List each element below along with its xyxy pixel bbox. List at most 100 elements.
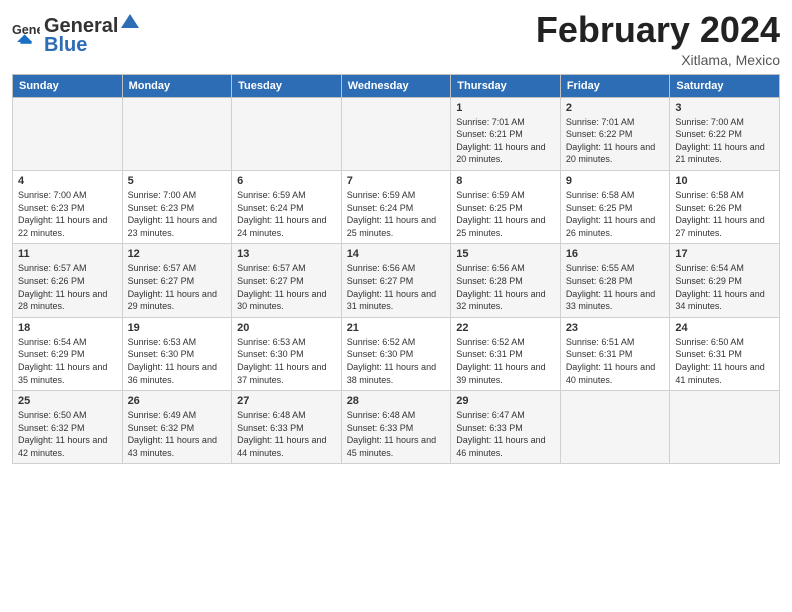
day-cell: 4Sunrise: 7:00 AM Sunset: 6:23 PM Daylig… — [13, 170, 123, 243]
day-info: Sunrise: 6:59 AM Sunset: 6:25 PM Dayligh… — [456, 189, 555, 239]
day-number: 16 — [566, 248, 665, 260]
day-cell: 23 Sunrise: 6:51 AM Sunset: 6:31 PM Dayli… — [560, 317, 670, 390]
day-number: 20 — [237, 322, 336, 334]
title-section: February 2024 Xitlama, Mexico — [536, 10, 780, 68]
day-info: Sunrise: 7:01 AM Sunset: 6:22 PM Dayligh… — [566, 116, 665, 166]
day-cell — [560, 391, 670, 464]
logo: General General Blue — [12, 10, 142, 57]
header-row: SundayMondayTuesdayWednesdayThursdayFrid… — [13, 74, 780, 97]
day-cell: 20 Sunrise: 6:53 AM Sunset: 6:30 PM Dayli… — [232, 317, 342, 390]
day-info: Sunrise: 6:54 AM Sunset: 6:29 PM Dayligh… — [18, 336, 117, 386]
day-info: Sunrise: 6:54 AM Sunset: 6:29 PM Dayligh… — [675, 262, 774, 312]
day-info: Sunrise: 6:57 AM Sunset: 6:27 PM Dayligh… — [128, 262, 227, 312]
day-cell: 2 Sunrise: 7:01 AM Sunset: 6:22 PM Daylig… — [560, 97, 670, 170]
calendar-header: SundayMondayTuesdayWednesdayThursdayFrid… — [13, 74, 780, 97]
day-number: 9 — [566, 175, 665, 187]
day-number: 10 — [675, 175, 774, 187]
day-number: 28 — [347, 395, 446, 407]
day-info: Sunrise: 6:50 AM Sunset: 6:31 PM Dayligh… — [675, 336, 774, 386]
day-cell: 15 Sunrise: 6:56 AM Sunset: 6:28 PM Dayli… — [451, 244, 561, 317]
logo-icon: General — [12, 20, 40, 48]
header-cell-tuesday: Tuesday — [232, 74, 342, 97]
day-cell: 18 Sunrise: 6:54 AM Sunset: 6:29 PM Dayli… — [13, 317, 123, 390]
day-info: Sunrise: 7:00 AM Sunset: 6:22 PM Dayligh… — [675, 116, 774, 166]
header-cell-wednesday: Wednesday — [341, 74, 451, 97]
day-number: 19 — [128, 322, 227, 334]
calendar-table: SundayMondayTuesdayWednesdayThursdayFrid… — [12, 74, 780, 465]
logo-triangle-icon — [119, 10, 141, 32]
month-title: February 2024 — [536, 10, 780, 50]
day-cell: 10 Sunrise: 6:58 AM Sunset: 6:26 PM Dayli… — [670, 170, 780, 243]
day-number: 5 — [128, 175, 227, 187]
svg-text:General: General — [12, 23, 40, 37]
day-cell: 7Sunrise: 6:59 AM Sunset: 6:24 PM Daylig… — [341, 170, 451, 243]
day-number: 15 — [456, 248, 555, 260]
day-number: 14 — [347, 248, 446, 260]
logo-wordmark: General Blue — [44, 10, 142, 57]
day-cell: 21Sunrise: 6:52 AM Sunset: 6:30 PM Dayli… — [341, 317, 451, 390]
week-row-2: 4Sunrise: 7:00 AM Sunset: 6:23 PM Daylig… — [13, 170, 780, 243]
day-number: 27 — [237, 395, 336, 407]
calendar-body: 1Sunrise: 7:01 AM Sunset: 6:21 PM Daylig… — [13, 97, 780, 464]
day-info: Sunrise: 6:57 AM Sunset: 6:27 PM Dayligh… — [237, 262, 336, 312]
day-info: Sunrise: 6:58 AM Sunset: 6:25 PM Dayligh… — [566, 189, 665, 239]
day-cell: 11Sunrise: 6:57 AM Sunset: 6:26 PM Dayli… — [13, 244, 123, 317]
day-number: 18 — [18, 322, 117, 334]
day-info: Sunrise: 6:55 AM Sunset: 6:28 PM Dayligh… — [566, 262, 665, 312]
day-info: Sunrise: 6:47 AM Sunset: 6:33 PM Dayligh… — [456, 409, 555, 459]
day-cell — [122, 97, 232, 170]
day-number: 23 — [566, 322, 665, 334]
day-number: 2 — [566, 102, 665, 114]
day-info: Sunrise: 6:53 AM Sunset: 6:30 PM Dayligh… — [128, 336, 227, 386]
header-cell-friday: Friday — [560, 74, 670, 97]
day-number: 26 — [128, 395, 227, 407]
day-info: Sunrise: 6:53 AM Sunset: 6:30 PM Dayligh… — [237, 336, 336, 386]
day-cell — [341, 97, 451, 170]
day-cell: 24 Sunrise: 6:50 AM Sunset: 6:31 PM Dayli… — [670, 317, 780, 390]
day-cell: 9 Sunrise: 6:58 AM Sunset: 6:25 PM Daylig… — [560, 170, 670, 243]
day-cell — [13, 97, 123, 170]
day-number: 6 — [237, 175, 336, 187]
day-info: Sunrise: 6:59 AM Sunset: 6:24 PM Dayligh… — [347, 189, 446, 239]
day-info: Sunrise: 6:51 AM Sunset: 6:31 PM Dayligh… — [566, 336, 665, 386]
day-info: Sunrise: 6:49 AM Sunset: 6:32 PM Dayligh… — [128, 409, 227, 459]
day-info: Sunrise: 7:00 AM Sunset: 6:23 PM Dayligh… — [18, 189, 117, 239]
day-info: Sunrise: 6:56 AM Sunset: 6:28 PM Dayligh… — [456, 262, 555, 312]
header-cell-saturday: Saturday — [670, 74, 780, 97]
week-row-3: 11Sunrise: 6:57 AM Sunset: 6:26 PM Dayli… — [13, 244, 780, 317]
day-number: 13 — [237, 248, 336, 260]
day-cell: 3 Sunrise: 7:00 AM Sunset: 6:22 PM Daylig… — [670, 97, 780, 170]
day-number: 12 — [128, 248, 227, 260]
day-number: 24 — [675, 322, 774, 334]
header-cell-monday: Monday — [122, 74, 232, 97]
day-cell: 29Sunrise: 6:47 AM Sunset: 6:33 PM Dayli… — [451, 391, 561, 464]
header: General General Blue February 2024 Xitla… — [12, 10, 780, 68]
day-number: 25 — [18, 395, 117, 407]
day-cell: 1Sunrise: 7:01 AM Sunset: 6:21 PM Daylig… — [451, 97, 561, 170]
day-number: 22 — [456, 322, 555, 334]
day-cell: 25 Sunrise: 6:50 AM Sunset: 6:32 PM Dayli… — [13, 391, 123, 464]
day-info: Sunrise: 6:58 AM Sunset: 6:26 PM Dayligh… — [675, 189, 774, 239]
day-cell: 14 Sunrise: 6:56 AM Sunset: 6:27 PM Dayli… — [341, 244, 451, 317]
day-number: 21 — [347, 322, 446, 334]
day-cell: 13 Sunrise: 6:57 AM Sunset: 6:27 PM Dayli… — [232, 244, 342, 317]
day-cell — [670, 391, 780, 464]
day-cell: 26 Sunrise: 6:49 AM Sunset: 6:32 PM Dayli… — [122, 391, 232, 464]
day-cell: 6Sunrise: 6:59 AM Sunset: 6:24 PM Daylig… — [232, 170, 342, 243]
day-info: Sunrise: 6:50 AM Sunset: 6:32 PM Dayligh… — [18, 409, 117, 459]
week-row-5: 25 Sunrise: 6:50 AM Sunset: 6:32 PM Dayli… — [13, 391, 780, 464]
day-info: Sunrise: 6:48 AM Sunset: 6:33 PM Dayligh… — [237, 409, 336, 459]
day-info: Sunrise: 6:56 AM Sunset: 6:27 PM Dayligh… — [347, 262, 446, 312]
location: Xitlama, Mexico — [536, 52, 780, 68]
day-number: 3 — [675, 102, 774, 114]
day-info: Sunrise: 6:52 AM Sunset: 6:31 PM Dayligh… — [456, 336, 555, 386]
week-row-1: 1Sunrise: 7:01 AM Sunset: 6:21 PM Daylig… — [13, 97, 780, 170]
day-cell: 27 Sunrise: 6:48 AM Sunset: 6:33 PM Dayli… — [232, 391, 342, 464]
day-cell: 22 Sunrise: 6:52 AM Sunset: 6:31 PM Dayli… — [451, 317, 561, 390]
day-cell: 12 Sunrise: 6:57 AM Sunset: 6:27 PM Dayli… — [122, 244, 232, 317]
day-number: 11 — [18, 248, 117, 260]
page: General General Blue February 2024 Xitla… — [0, 0, 792, 612]
week-row-4: 18 Sunrise: 6:54 AM Sunset: 6:29 PM Dayli… — [13, 317, 780, 390]
header-cell-sunday: Sunday — [13, 74, 123, 97]
day-number: 17 — [675, 248, 774, 260]
